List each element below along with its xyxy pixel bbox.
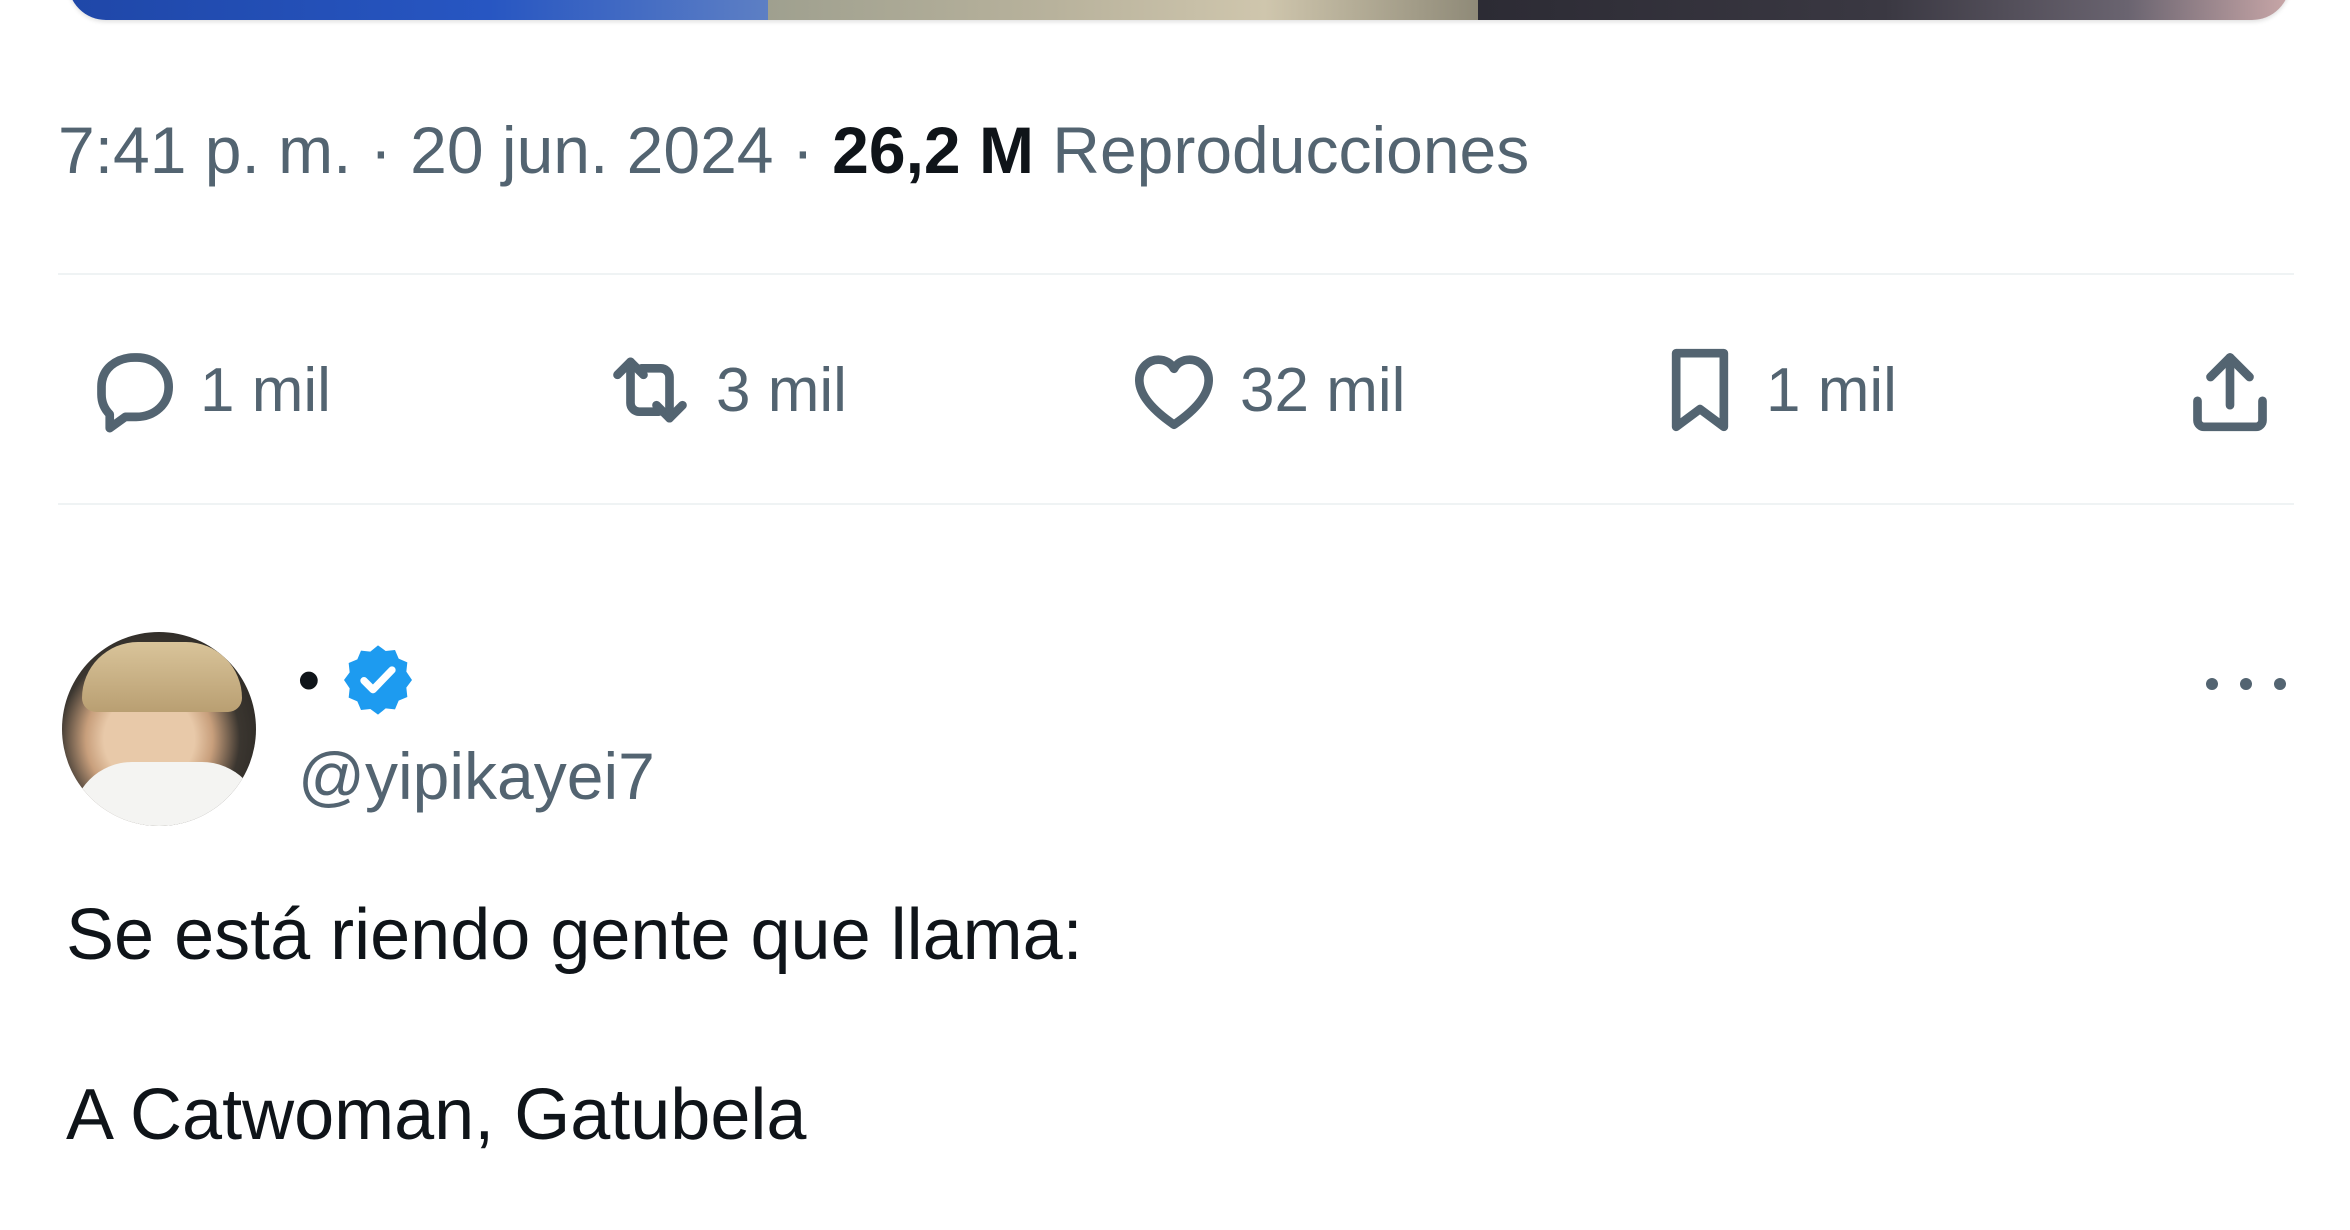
share-button[interactable] (2178, 330, 2282, 450)
repost-count: 3 mil (716, 355, 847, 425)
reply-text: Se está riendo gente que llama: A Catwom… (66, 890, 1083, 1160)
verified-badge-icon (343, 645, 412, 715)
bookmark-icon (1671, 348, 1729, 432)
media-image-middle[interactable] (768, 0, 1478, 20)
divider (58, 503, 2294, 505)
meta-separator: · (369, 113, 392, 187)
author-name-row[interactable]: • (298, 640, 418, 720)
bookmark-button[interactable]: 1 mil (1648, 330, 1897, 450)
reply-text-line-1: Se está riendo gente que llama: (66, 895, 1083, 975)
tweet-time[interactable]: 7:41 p. m. (58, 113, 352, 187)
avatar-hair (82, 642, 242, 712)
tweet-meta: 7:41 p. m. · 20 jun. 2024 · 26,2 M Repro… (58, 108, 1529, 192)
views-count: 26,2 M (832, 113, 1034, 187)
more-dot (2206, 678, 2218, 690)
author-display-name[interactable]: • (298, 645, 320, 716)
media-image-right[interactable] (1478, 0, 2290, 20)
reply-icon (97, 353, 173, 433)
more-dot (2274, 678, 2286, 690)
repost-button[interactable]: 3 mil (598, 330, 847, 450)
share-icon (2193, 353, 2267, 432)
repost-icon (613, 357, 687, 423)
heart-icon (1135, 355, 1213, 429)
avatar[interactable] (62, 632, 256, 826)
divider (58, 273, 2294, 275)
tweet-date[interactable]: 20 jun. 2024 (410, 113, 773, 187)
author-handle[interactable]: @yipikayei7 (298, 738, 655, 814)
reply-button[interactable]: 1 mil (82, 330, 331, 450)
media-image-left[interactable] (68, 0, 768, 20)
bookmark-count: 1 mil (1766, 355, 1897, 425)
like-count: 32 mil (1240, 355, 1406, 425)
reply-count: 1 mil (200, 355, 331, 425)
tweet-actions: 1 mil 3 mil 32 mil 1 mil (58, 330, 2294, 450)
avatar-shirt (72, 762, 256, 826)
more-options-icon[interactable] (2206, 664, 2286, 704)
more-dot (2240, 678, 2252, 690)
media-preview[interactable] (68, 0, 2290, 20)
like-button[interactable]: 32 mil (1122, 330, 1405, 450)
meta-separator: · (791, 113, 814, 187)
views-label: Reproducciones (1052, 113, 1530, 187)
reply-text-line-2: A Catwoman, Gatubela (66, 1075, 807, 1155)
